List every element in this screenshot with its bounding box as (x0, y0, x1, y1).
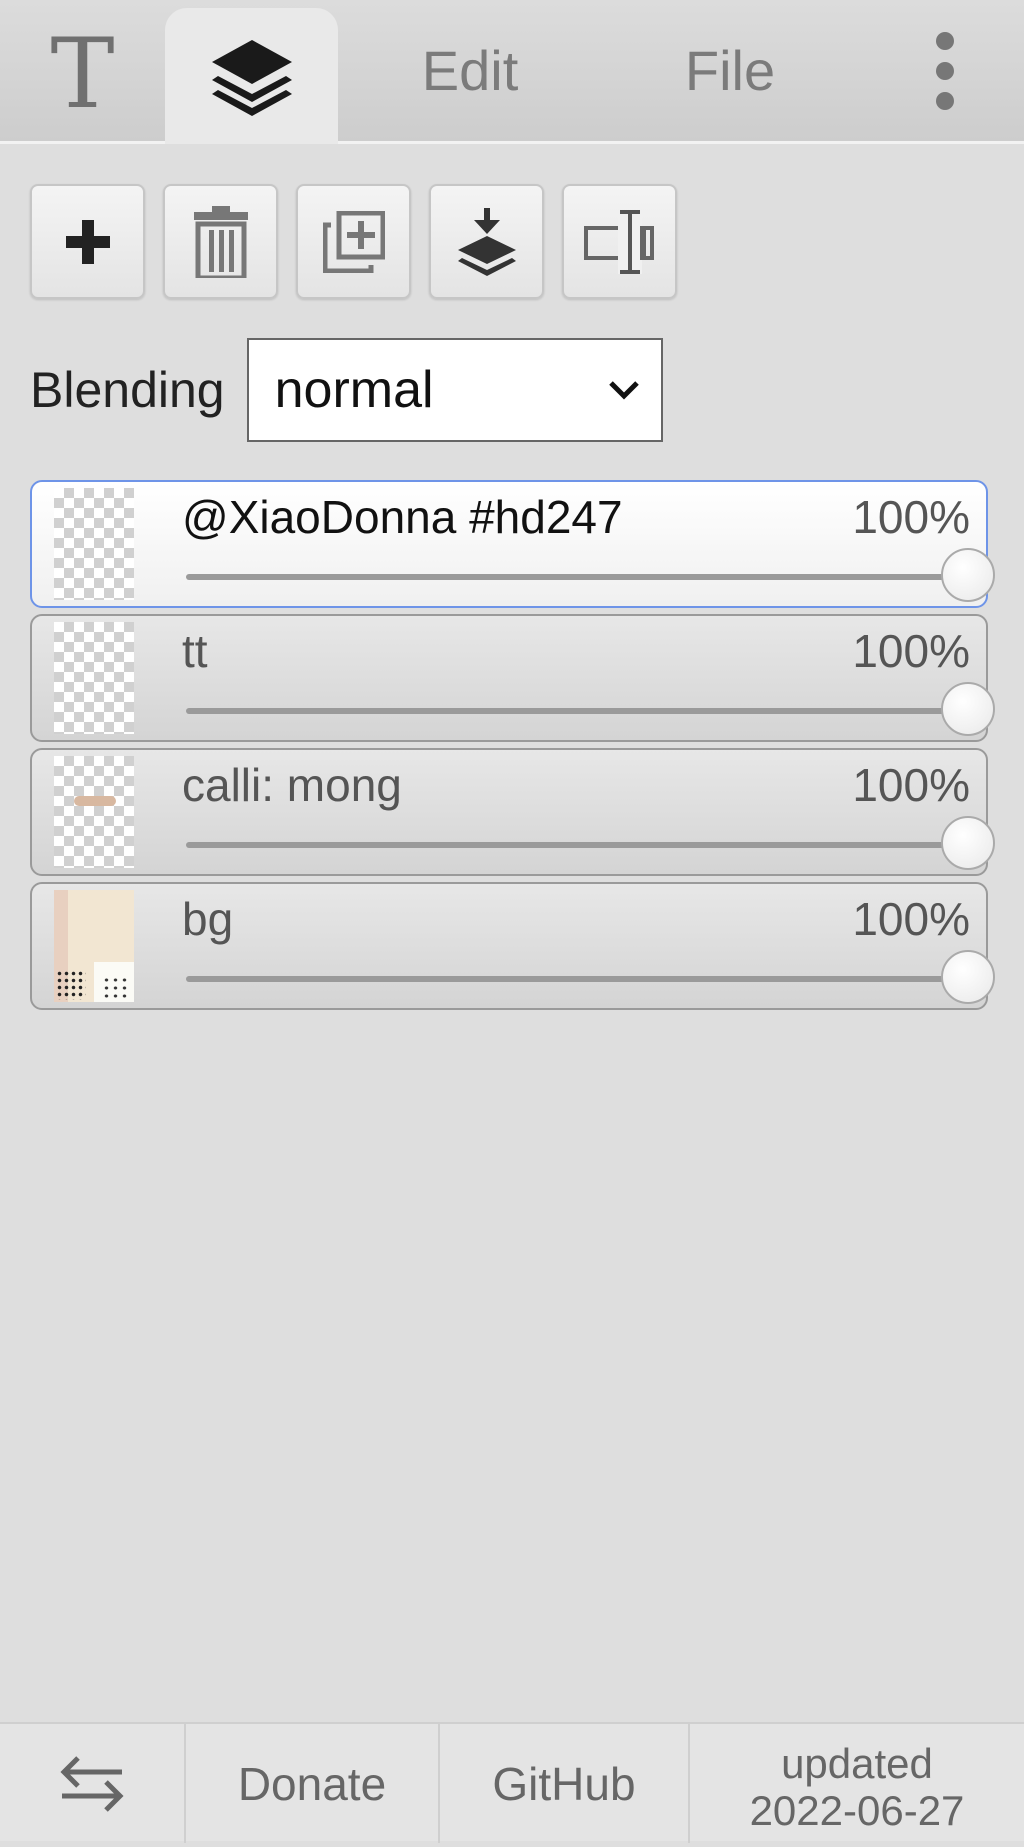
opacity-slider-track[interactable] (186, 842, 968, 848)
more-menu-button[interactable] (900, 0, 990, 141)
opacity-slider-track[interactable] (186, 708, 968, 714)
text-tool-icon: T (50, 17, 115, 130)
blending-label: Blending (30, 362, 225, 418)
footer-bar: Donate GitHub updated 2022-06-27 (0, 1722, 1024, 1843)
merge-down-button[interactable] (429, 184, 544, 299)
layer-opacity-value: 100% (852, 625, 970, 677)
delete-layer-button[interactable] (163, 184, 278, 299)
layer-thumbnail (54, 890, 134, 1002)
layer-name: @XiaoDonna #hd247 (182, 491, 623, 543)
rename-layer-button[interactable] (562, 184, 677, 299)
duplicate-layer-button[interactable] (296, 184, 411, 299)
layer-opacity-value: 100% (852, 759, 970, 811)
top-tab-bar: T Edit File (0, 0, 1024, 144)
updated-date: 2022-06-27 (749, 1786, 965, 1834)
swap-panel-button[interactable] (0, 1724, 186, 1843)
blending-value: normal (274, 361, 434, 419)
blending-select[interactable]: normal (246, 338, 663, 442)
layer-thumbnail (54, 622, 134, 734)
layer-item[interactable]: tt 100% (30, 614, 995, 742)
layer-item[interactable]: bg 100% (30, 882, 995, 1010)
layer-toolbar (30, 184, 677, 299)
tab-edit[interactable]: Edit (380, 0, 560, 141)
opacity-slider-thumb[interactable] (941, 682, 995, 736)
layer-opacity-value: 100% (852, 491, 970, 543)
opacity-slider-thumb[interactable] (941, 548, 995, 602)
layer-thumbnail (54, 488, 134, 600)
tab-text[interactable]: T (0, 0, 165, 141)
layer-name: calli: mong (182, 759, 402, 811)
layer-name: bg (182, 893, 234, 945)
calligraphy-mark (74, 796, 116, 806)
duplicate-icon (322, 210, 385, 273)
github-link[interactable]: GitHub (440, 1724, 690, 1843)
trash-icon (193, 205, 248, 278)
opacity-slider-track[interactable] (186, 574, 968, 580)
layer-list: @XiaoDonna #hd247 100% tt 100% calli: mo… (30, 480, 995, 1016)
opacity-slider-thumb[interactable] (941, 950, 995, 1004)
opacity-slider-track[interactable] (186, 976, 968, 982)
donate-link[interactable]: Donate (186, 1724, 440, 1843)
chevron-down-icon (608, 381, 639, 400)
layer-name: tt (182, 625, 208, 677)
blending-row: Blending normal (30, 338, 663, 442)
layer-opacity-value: 100% (852, 893, 970, 945)
updated-label: updated (781, 1740, 933, 1788)
add-layer-button[interactable] (30, 184, 145, 299)
layers-icon (211, 40, 292, 116)
layer-item[interactable]: calli: mong 100% (30, 748, 995, 876)
tab-file[interactable]: File (640, 0, 820, 141)
opacity-slider-thumb[interactable] (941, 816, 995, 870)
more-vertical-icon (936, 31, 954, 110)
merge-down-icon (457, 207, 516, 276)
rename-icon (583, 209, 654, 274)
layer-item[interactable]: @XiaoDonna #hd247 100% (30, 480, 995, 608)
swap-arrows-icon (60, 1755, 124, 1812)
plus-icon (65, 219, 110, 264)
updated-info: updated 2022-06-27 (690, 1724, 1024, 1847)
layer-thumbnail (54, 756, 134, 868)
tab-layers[interactable] (165, 8, 338, 144)
